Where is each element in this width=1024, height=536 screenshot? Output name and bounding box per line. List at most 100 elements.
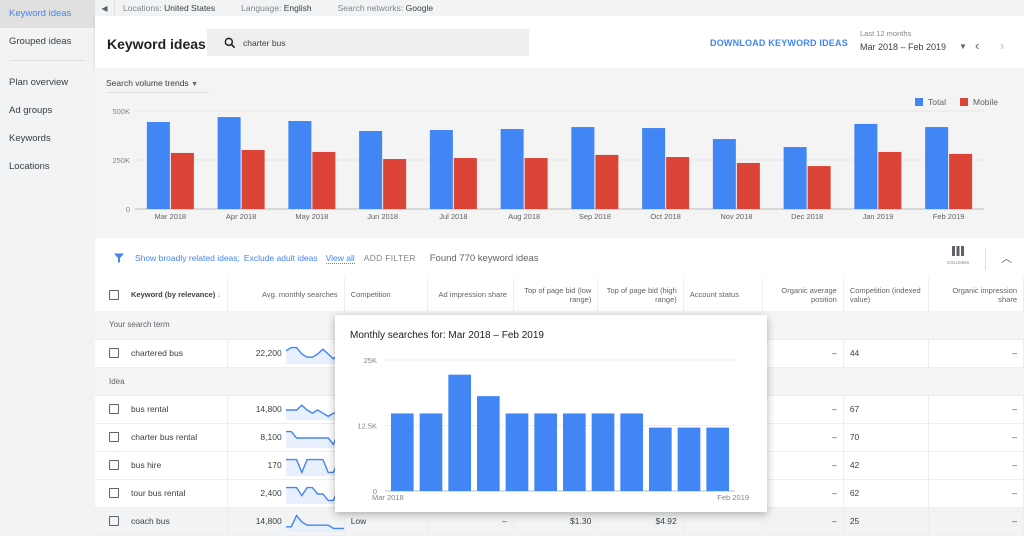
keyword-cell: chartered bus bbox=[125, 339, 228, 368]
next-range-button[interactable]: › bbox=[1000, 38, 1004, 53]
avg-searches-value: 170 bbox=[267, 460, 282, 470]
language-label: Language: bbox=[241, 3, 282, 13]
x-tick-label: May 2018 bbox=[295, 212, 328, 221]
locations-label: Locations: bbox=[123, 3, 162, 13]
page-header: Keyword ideas DOWNLOAD KEYWORD IDEAS Las… bbox=[95, 16, 1024, 68]
search-volume-chart-panel: Search volume trends ▼ 0 250K 500K Mar 2018… bbox=[95, 68, 1024, 238]
avg-searches-cell: 170 bbox=[227, 451, 345, 480]
column-header-organic-share[interactable]: Organic impression share bbox=[928, 278, 1024, 311]
row-checkbox[interactable] bbox=[109, 432, 119, 443]
chevron-up-icon: ︿ bbox=[1001, 253, 1012, 265]
view-all-filters-link[interactable]: View all bbox=[325, 253, 355, 264]
avg-searches-cell: 2,400 bbox=[227, 479, 345, 508]
keyword-search-input[interactable] bbox=[243, 37, 503, 48]
select-all-checkbox[interactable] bbox=[109, 289, 119, 300]
y-tick-label: 0 bbox=[126, 205, 130, 214]
bar-mobile bbox=[736, 162, 760, 209]
filter-icon[interactable] bbox=[113, 252, 125, 264]
org-share-cell: – bbox=[928, 423, 1024, 452]
locations-value: United States bbox=[164, 3, 216, 13]
collapse-sidebar-button[interactable]: ◀ bbox=[95, 0, 115, 16]
exclude-adult-filter[interactable]: Exclude adult ideas bbox=[244, 253, 318, 263]
sidebar-item-keywords[interactable]: Keywords bbox=[0, 125, 95, 153]
avg-searches-value: 14,800 bbox=[255, 404, 282, 414]
row-checkbox[interactable] bbox=[109, 348, 119, 359]
bar-total bbox=[217, 117, 241, 209]
row-checkbox[interactable] bbox=[109, 460, 119, 471]
previous-range-button[interactable]: ‹ bbox=[975, 38, 979, 53]
sidebar-item-grouped-ideas[interactable]: Grouped ideas bbox=[0, 28, 95, 56]
columns-button[interactable]: COLUMNS bbox=[943, 246, 973, 265]
dropdown-arrow-icon[interactable]: ▼ bbox=[959, 42, 967, 51]
bar-total bbox=[783, 147, 807, 209]
x-tick-label: Jan 2019 bbox=[862, 212, 893, 221]
avg-searches-value: 8,100 bbox=[260, 432, 282, 442]
sidebar-item-keyword-ideas[interactable]: Keyword ideas bbox=[0, 0, 95, 28]
bar-total bbox=[288, 120, 312, 209]
bar-total bbox=[429, 130, 453, 209]
org-pos-cell: – bbox=[762, 423, 844, 452]
column-header-account-status[interactable]: Account status bbox=[683, 278, 764, 311]
bar-total bbox=[712, 139, 736, 209]
row-checkbox[interactable] bbox=[109, 488, 119, 499]
bar-mobile bbox=[312, 151, 336, 209]
bar-monthly-searches bbox=[391, 413, 414, 491]
x-tick-label: Jun 2018 bbox=[367, 212, 398, 221]
sidebar-item-ad-groups[interactable]: Ad groups bbox=[0, 97, 95, 125]
avg-searches-cell: 14,800 bbox=[227, 395, 345, 424]
comp-idx-cell: 42 bbox=[843, 451, 930, 480]
column-header-avg-searches[interactable]: Avg. monthly searches bbox=[227, 278, 345, 311]
bar-monthly-searches bbox=[649, 427, 672, 491]
add-filter-button[interactable]: ADD FILTER bbox=[364, 253, 416, 263]
keyword-cell: tour bus rental bbox=[125, 479, 228, 508]
row-checkbox-cell bbox=[95, 395, 125, 424]
legend-swatch-total bbox=[915, 98, 923, 106]
networks-value: Google bbox=[405, 3, 434, 13]
search-volume-trend-chart: 0 250K 500K Mar 2018 Apr 2018 May 2018 Jun 201… bbox=[112, 97, 998, 221]
y-tick-label: 250K bbox=[112, 156, 130, 165]
broadly-related-filter[interactable]: Show broadly related ideas; bbox=[135, 253, 240, 263]
keyword-header-label: Keyword (by relevance) bbox=[131, 290, 216, 299]
column-header-competition-index[interactable]: Competition (indexed value) bbox=[843, 278, 930, 311]
column-header-high-bid[interactable]: Top of page bid (high range) bbox=[597, 278, 684, 311]
row-checkbox[interactable] bbox=[109, 516, 119, 527]
x-tick-label: Jul 2018 bbox=[439, 212, 467, 221]
avg-searches-value: 14,800 bbox=[255, 516, 282, 526]
row-checkbox-cell bbox=[95, 507, 125, 536]
bar-mobile bbox=[878, 151, 902, 209]
column-header-competition[interactable]: Competition bbox=[344, 278, 429, 311]
sidebar-item-plan-overview[interactable]: Plan overview bbox=[0, 69, 95, 97]
x-tick-label: Feb 2019 bbox=[933, 212, 965, 221]
bar-total bbox=[500, 129, 524, 209]
column-header-low-bid[interactable]: Top of page bid (low range) bbox=[513, 278, 599, 311]
select-all-checkbox-cell bbox=[95, 278, 125, 311]
org-pos-cell: – bbox=[762, 451, 844, 480]
locations-setting[interactable]: Locations: United States bbox=[123, 3, 215, 13]
page-title: Keyword ideas bbox=[107, 36, 206, 52]
column-header-ad-impression-share[interactable]: Ad impression share bbox=[427, 278, 514, 311]
columns-icon bbox=[952, 246, 964, 256]
language-setting[interactable]: Language: English bbox=[241, 3, 311, 13]
bar-total bbox=[146, 121, 170, 209]
bar-monthly-searches bbox=[505, 413, 529, 491]
x-tick-label: Feb 2019 bbox=[717, 493, 749, 502]
column-header-keyword[interactable]: Keyword (by relevance) ↓ bbox=[125, 278, 228, 311]
bar-total bbox=[925, 127, 949, 209]
networks-setting[interactable]: Search networks: Google bbox=[338, 3, 433, 13]
row-checkbox[interactable] bbox=[109, 404, 119, 415]
org-share-cell: – bbox=[928, 479, 1024, 508]
keyword-search-box[interactable] bbox=[207, 29, 529, 56]
columns-label: COLUMNS bbox=[946, 260, 970, 265]
sidebar-item-locations[interactable]: Locations bbox=[0, 153, 95, 181]
legend-label-total: Total bbox=[928, 97, 946, 107]
bar-monthly-searches bbox=[706, 427, 729, 491]
avg-searches-cell: 22,200 bbox=[227, 339, 345, 368]
x-tick-label: Dec 2018 bbox=[791, 212, 823, 221]
collapse-chart-button[interactable]: ︿ bbox=[1001, 250, 1012, 266]
column-header-organic-position[interactable]: Organic average position bbox=[762, 278, 844, 311]
org-share-cell: – bbox=[928, 507, 1024, 536]
date-range-select[interactable]: Mar 2018 – Feb 2019 bbox=[860, 42, 946, 52]
bar-mobile bbox=[383, 159, 407, 209]
bar-monthly-searches bbox=[563, 413, 586, 491]
download-keyword-ideas-button[interactable]: DOWNLOAD KEYWORD IDEAS bbox=[710, 38, 848, 48]
